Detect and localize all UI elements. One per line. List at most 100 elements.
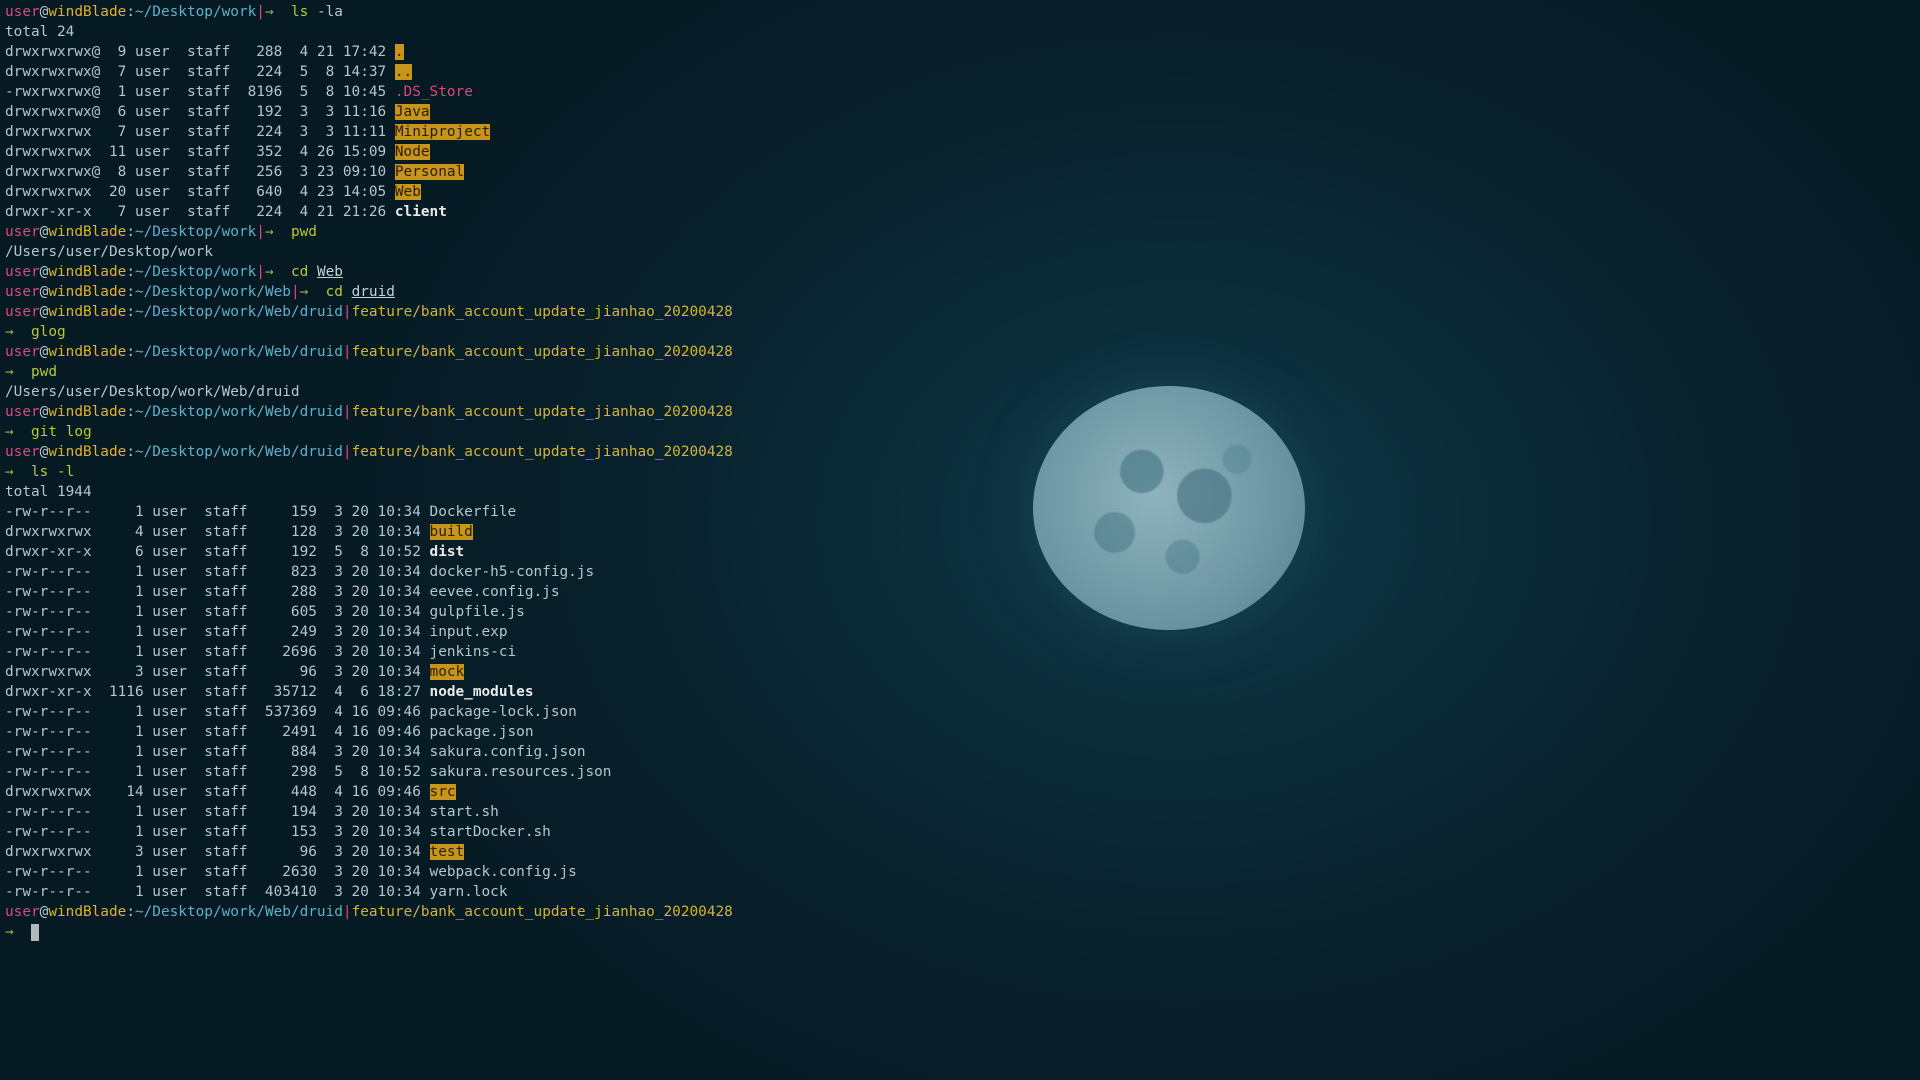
- file-listing-row: drwxrwxrwx@ 7 user staff 224 5 8 14:37 .…: [5, 62, 905, 82]
- prompt-path: ~/Desktop/work/Web/druid: [134, 344, 343, 360]
- git-branch: feature/bank_account_update_jianhao_2020…: [351, 904, 733, 920]
- prompt-arrow-icon: →: [5, 324, 14, 340]
- command-text: cd: [290, 264, 309, 280]
- file-listing-row: -rw-r--r-- 1 user staff 288 3 20 10:34 e…: [5, 582, 905, 602]
- prompt-user: user: [5, 284, 40, 300]
- file-metadata: -rw-r--r-- 1 user staff 249 3 20 10:34: [5, 624, 430, 640]
- command-text: ls -l: [31, 464, 75, 480]
- prompt-user: user: [5, 904, 40, 920]
- command-line: → glog: [5, 322, 905, 342]
- file-name: webpack.config.js: [429, 864, 577, 880]
- output-text: total 24: [5, 24, 75, 40]
- prompt-path: ~/Desktop/work/Web/druid: [134, 904, 343, 920]
- file-metadata: -rw-r--r-- 1 user staff 823 3 20 10:34: [5, 564, 430, 580]
- prompt-host: windBlade: [48, 444, 127, 460]
- file-metadata: drwxr-xr-x 1116 user staff 35712 4 6 18:…: [5, 684, 430, 700]
- output-text: /Users/user/Desktop/work: [5, 244, 213, 260]
- output-line: total 24: [5, 22, 905, 42]
- prompt-host: windBlade: [48, 264, 127, 280]
- prompt-pipe: |: [256, 4, 265, 20]
- output-line: total 1944: [5, 482, 905, 502]
- file-name: sakura.config.json: [429, 744, 586, 760]
- file-name: package-lock.json: [429, 704, 577, 720]
- file-name: yarn.lock: [429, 884, 508, 900]
- prompt-arrow-icon: →: [5, 364, 14, 380]
- prompt-pipe: |: [342, 444, 352, 460]
- prompt-pipe: |: [342, 344, 352, 360]
- file-metadata: -rwxrwxrwx@ 1 user staff 8196 5 8 10:45: [5, 84, 395, 100]
- prompt-colon: :: [126, 344, 135, 360]
- file-listing-row: -rw-r--r-- 1 user staff 2491 4 16 09:46 …: [5, 722, 905, 742]
- file-name: Dockerfile: [429, 504, 517, 520]
- output-text: total 1944: [5, 484, 92, 500]
- file-listing-row: -rw-r--r-- 1 user staff 153 3 20 10:34 s…: [5, 822, 905, 842]
- file-name: Personal: [394, 164, 465, 180]
- prompt-path: ~/Desktop/work/Web/druid: [134, 444, 343, 460]
- command-line: → ls -l: [5, 462, 905, 482]
- prompt-pipe: |: [342, 404, 352, 420]
- prompt-colon: :: [126, 404, 135, 420]
- prompt-user: user: [5, 444, 40, 460]
- file-metadata: -rw-r--r-- 1 user staff 298 5 8 10:52: [5, 764, 430, 780]
- file-metadata: -rw-r--r-- 1 user staff 288 3 20 10:34: [5, 584, 430, 600]
- prompt-arrow-icon: →: [299, 284, 309, 300]
- command-line: → pwd: [5, 362, 905, 382]
- file-name: dist: [429, 544, 465, 560]
- file-name: test: [429, 844, 465, 860]
- file-listing-row: drwxrwxrwx 11 user staff 352 4 26 15:09 …: [5, 142, 905, 162]
- git-branch: feature/bank_account_update_jianhao_2020…: [351, 444, 733, 460]
- prompt-user: user: [5, 344, 40, 360]
- file-metadata: drwxrwxrwx 3 user staff 96 3 20 10:34: [5, 664, 430, 680]
- prompt-colon: :: [126, 264, 135, 280]
- file-metadata: -rw-r--r-- 1 user staff 2630 3 20 10:34: [5, 864, 430, 880]
- file-name: input.exp: [429, 624, 508, 640]
- file-metadata: drwxrwxrwx 14 user staff 448 4 16 09:46: [5, 784, 430, 800]
- file-listing-row: drwxrwxrwx 4 user staff 128 3 20 10:34 b…: [5, 522, 905, 542]
- file-name: gulpfile.js: [429, 604, 525, 620]
- file-listing-row: drwxrwxrwx 7 user staff 224 3 3 11:11 Mi…: [5, 122, 905, 142]
- prompt-user: user: [5, 264, 40, 280]
- file-listing-row: -rw-r--r-- 1 user staff 249 3 20 10:34 i…: [5, 622, 905, 642]
- command-text: ls: [290, 4, 309, 20]
- git-branch: feature/bank_account_update_jianhao_2020…: [351, 404, 733, 420]
- prompt-user: user: [5, 4, 40, 20]
- file-metadata: -rw-r--r-- 1 user staff 194 3 20 10:34: [5, 804, 430, 820]
- prompt-line: user@windBlade:~/Desktop/work|→ pwd: [5, 222, 905, 242]
- file-metadata: drwxrwxrwx@ 7 user staff 224 5 8 14:37: [5, 64, 395, 80]
- prompt-arrow-icon: →: [264, 4, 274, 20]
- terminal-window[interactable]: user@windBlade:~/Desktop/work|→ ls -la to…: [5, 2, 905, 942]
- file-name: mock: [429, 664, 465, 680]
- file-metadata: -rw-r--r-- 1 user staff 403410 3 20 10:3…: [5, 884, 430, 900]
- prompt-pipe: |: [256, 264, 265, 280]
- file-listing-row: drwxrwxrwx@ 6 user staff 192 3 3 11:16 J…: [5, 102, 905, 122]
- prompt-path: ~/Desktop/work: [134, 264, 257, 280]
- file-metadata: drwxrwxrwx 20 user staff 640 4 23 14:05: [5, 184, 395, 200]
- prompt-line: user@windBlade:~/Desktop/work/Web|→ cd d…: [5, 282, 905, 302]
- file-name: eevee.config.js: [429, 584, 560, 600]
- file-metadata: -rw-r--r-- 1 user staff 153 3 20 10:34: [5, 824, 430, 840]
- prompt-user: user: [5, 404, 40, 420]
- file-listing-row: -rw-r--r-- 1 user staff 823 3 20 10:34 d…: [5, 562, 905, 582]
- prompt-colon: :: [126, 304, 135, 320]
- output-line: /Users/user/Desktop/work/Web/druid: [5, 382, 905, 402]
- prompt-host: windBlade: [48, 284, 127, 300]
- file-listing-row: drwxr-xr-x 6 user staff 192 5 8 10:52 di…: [5, 542, 905, 562]
- text-cursor[interactable]: [31, 923, 39, 941]
- file-name: startDocker.sh: [429, 824, 551, 840]
- prompt-line: user@windBlade:~/Desktop/work/Web/druid|…: [5, 342, 905, 362]
- file-listing-row: drwxrwxrwx@ 9 user staff 288 4 21 17:42 …: [5, 42, 905, 62]
- input-line: →: [5, 922, 905, 942]
- file-listing-row: drwxrwxrwx 3 user staff 96 3 20 10:34 te…: [5, 842, 905, 862]
- file-metadata: -rw-r--r-- 1 user staff 605 3 20 10:34: [5, 604, 430, 620]
- file-metadata: drwxrwxrwx 11 user staff 352 4 26 15:09: [5, 144, 395, 160]
- file-metadata: drwxr-xr-x 6 user staff 192 5 8 10:52: [5, 544, 430, 560]
- command-text: cd: [325, 284, 343, 300]
- file-listing-row: -rw-r--r-- 1 user staff 2630 3 20 10:34 …: [5, 862, 905, 882]
- prompt-line: user@windBlade:~/Desktop/work/Web/druid|…: [5, 902, 905, 922]
